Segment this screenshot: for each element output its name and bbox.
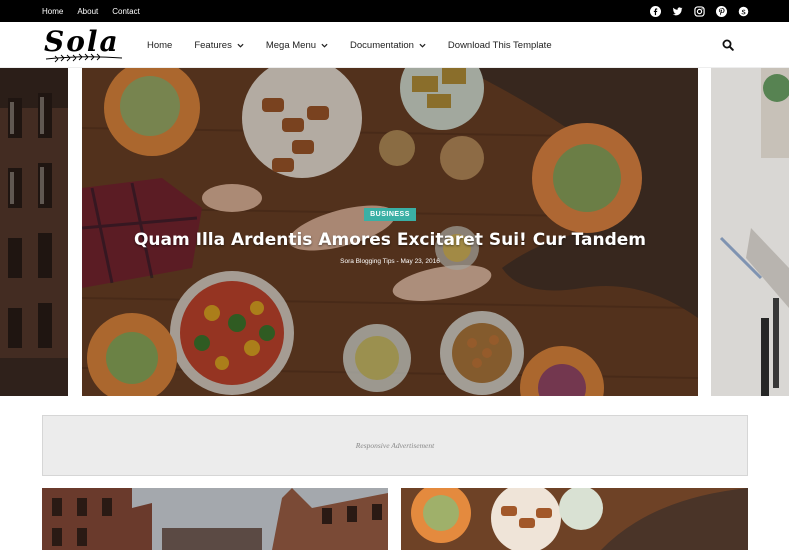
slide-prev-overlay xyxy=(0,68,68,396)
slide-next-overlay xyxy=(711,68,789,396)
search-icon[interactable] xyxy=(722,39,734,51)
nav-download-template[interactable]: Download This Template xyxy=(448,40,552,51)
site-header: Sola Home Features Mega Menu Documentati… xyxy=(0,22,789,68)
slide-meta: Sora Blogging Tips - May 23, 2016 xyxy=(82,258,698,265)
nav-documentation[interactable]: Documentation xyxy=(350,40,426,51)
slide-prev-image[interactable] xyxy=(0,68,68,396)
nav-features-label: Features xyxy=(194,39,232,51)
top-link-about[interactable]: About xyxy=(77,7,98,16)
category-badge[interactable]: BUSINESS xyxy=(364,208,416,221)
nav-mega-menu-label: Mega Menu xyxy=(265,39,317,51)
nav-home[interactable]: Home xyxy=(147,40,172,51)
facebook-icon[interactable] xyxy=(650,5,661,17)
skype-icon[interactable] xyxy=(738,6,749,17)
post-thumbnail-right[interactable] xyxy=(401,488,748,550)
advertisement-label: Responsive Advertisement xyxy=(355,441,435,450)
chevron-down-icon xyxy=(237,43,244,48)
slide-caption: BUSINESS Quam Illa Ardentis Amores Excit… xyxy=(82,201,698,265)
top-links: Home About Contact xyxy=(42,0,140,22)
social-icons xyxy=(650,0,749,22)
nav-home-label: Home xyxy=(147,39,173,51)
twitter-icon[interactable] xyxy=(672,6,683,17)
nav-documentation-label: Documentation xyxy=(350,39,414,51)
food-table-thumbnail xyxy=(401,488,748,550)
nav-mega-menu[interactable]: Mega Menu xyxy=(266,40,328,51)
advertisement-box[interactable]: Responsive Advertisement xyxy=(42,415,748,476)
top-link-home[interactable]: Home xyxy=(42,7,63,16)
top-link-contact[interactable]: Contact xyxy=(112,7,140,16)
nav-features[interactable]: Features xyxy=(194,40,244,51)
chevron-down-icon xyxy=(419,43,426,48)
top-bar: Home About Contact xyxy=(0,0,789,22)
pinterest-icon[interactable] xyxy=(716,5,727,17)
nav-download-template-label: Download This Template xyxy=(447,39,552,51)
site-logo[interactable]: Sola xyxy=(44,25,124,65)
slide-title[interactable]: Quam Illa Ardentis Amores Excitaret Sui!… xyxy=(82,230,698,250)
instagram-icon[interactable] xyxy=(694,5,705,17)
main-nav: Home Features Mega Menu Documentation Do… xyxy=(147,22,552,68)
logo-leaf-decoration xyxy=(45,53,123,63)
post-thumbnail-left[interactable] xyxy=(42,488,388,550)
slide-author: Sora Blogging Tips xyxy=(340,258,395,265)
slide-next-image[interactable] xyxy=(711,68,789,396)
featured-slider: BUSINESS Quam Illa Ardentis Amores Excit… xyxy=(0,68,789,396)
street-buildings-image xyxy=(42,488,388,550)
slide-date: May 23, 2016 xyxy=(400,258,440,265)
chevron-down-icon xyxy=(321,43,328,48)
